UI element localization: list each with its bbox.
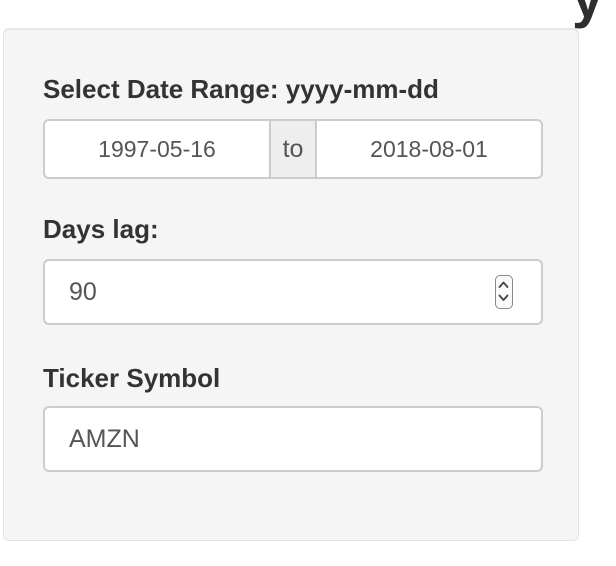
- date-range-end-input[interactable]: 2018-08-01: [317, 119, 543, 179]
- sidebar-panel: Select Date Range: yyyy-mm-dd 1997-05-16…: [3, 28, 579, 541]
- heading-fragment: y: [572, 0, 616, 36]
- date-range-start-input[interactable]: 1997-05-16: [43, 119, 269, 179]
- up-down-spinner-icon[interactable]: [495, 275, 513, 309]
- days-lag-input[interactable]: 90: [43, 259, 543, 325]
- date-range-input-group: 1997-05-16 to 2018-08-01: [43, 119, 543, 179]
- days-lag-value: 90: [69, 277, 97, 306]
- date-range-label: Select Date Range: yyyy-mm-dd: [43, 74, 439, 104]
- ticker-symbol-label: Ticker Symbol: [43, 363, 221, 393]
- days-lag-label: Days lag:: [43, 214, 159, 244]
- date-range-separator: to: [269, 119, 317, 179]
- ticker-symbol-value: AMZN: [69, 424, 140, 453]
- ticker-symbol-input[interactable]: AMZN: [43, 406, 543, 472]
